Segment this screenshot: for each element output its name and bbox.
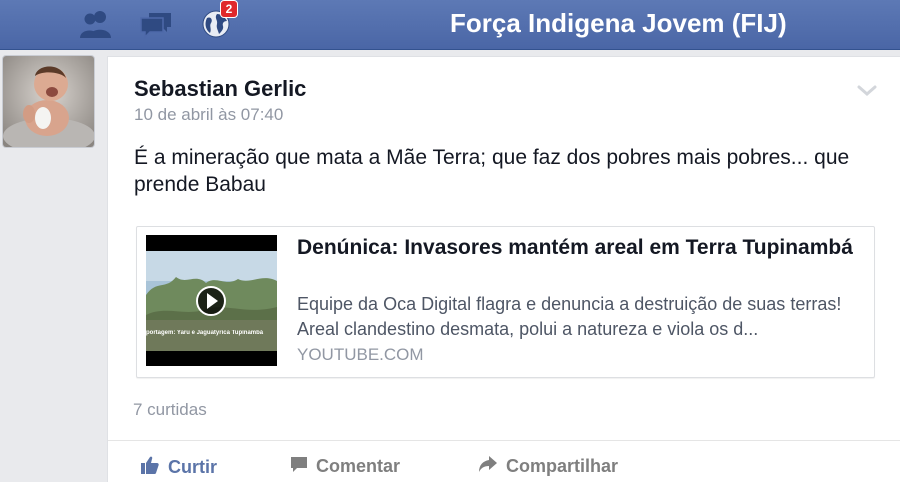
share-arrow-icon bbox=[478, 455, 498, 478]
link-title[interactable]: Denúnica: Invasores mantém areal em Terr… bbox=[297, 234, 857, 262]
share-button[interactable]: Compartilhar bbox=[478, 455, 618, 478]
page-title: Força Indigena Jovem (FIJ) bbox=[450, 8, 787, 38]
divider bbox=[108, 440, 900, 441]
likes-count[interactable]: 7 curtidas bbox=[133, 400, 207, 420]
thumbnail-caption: portagem: Yaru e Jaguatyrica Tupinambá bbox=[146, 330, 264, 336]
comment-label: Comentar bbox=[316, 456, 401, 476]
post-author[interactable]: Sebastian Gerlic bbox=[134, 76, 306, 102]
comment-button[interactable]: Comentar bbox=[290, 455, 400, 478]
link-domain: YOUTUBE.COM bbox=[297, 345, 424, 364]
post-timestamp[interactable]: 10 de abril às 07:40 bbox=[134, 105, 283, 125]
link-description: Equipe da Oca Digital flagra e denuncia … bbox=[297, 294, 842, 339]
post-text: É a mineração que mata a Mãe Terra; que … bbox=[134, 146, 850, 196]
messages-icon[interactable] bbox=[138, 6, 174, 42]
avatar[interactable] bbox=[2, 55, 95, 148]
comment-icon bbox=[290, 455, 308, 478]
friends-icon[interactable] bbox=[78, 6, 114, 42]
share-label: Compartilhar bbox=[506, 456, 619, 476]
like-label: Curtir bbox=[168, 457, 217, 477]
like-button[interactable]: Curtir bbox=[140, 455, 217, 480]
chevron-down-icon[interactable] bbox=[856, 84, 878, 98]
notification-badge: 2 bbox=[220, 0, 238, 18]
thumbs-up-icon bbox=[140, 455, 160, 480]
video-thumbnail[interactable] bbox=[146, 235, 277, 366]
top-navigation-bar: 2 Força Indigena Jovem (FIJ) bbox=[0, 0, 900, 50]
